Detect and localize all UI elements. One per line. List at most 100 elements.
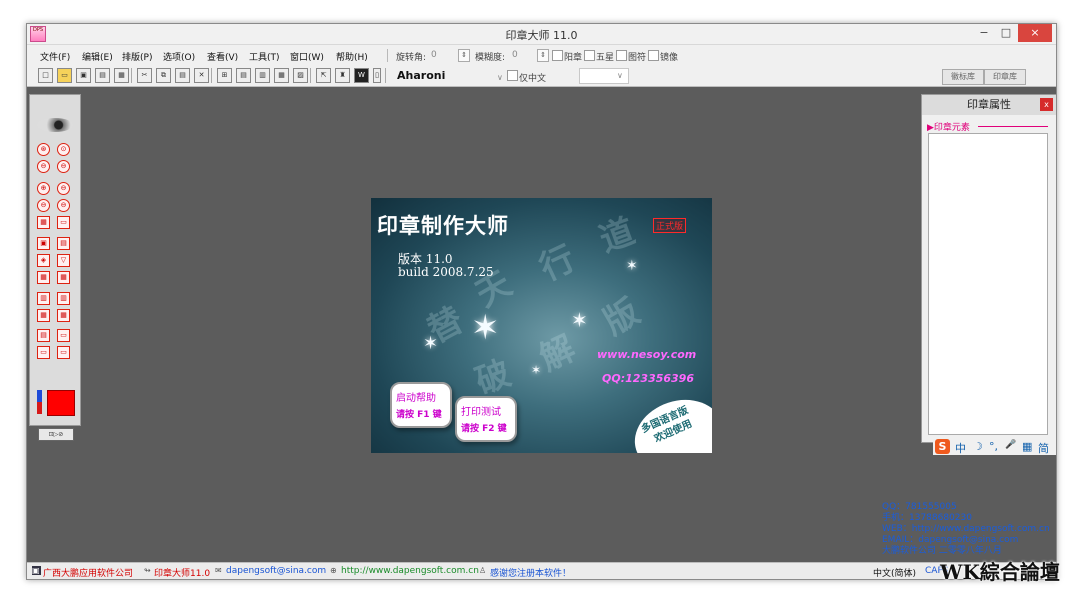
tab-logo-library[interactable]: 徽标库	[942, 69, 984, 85]
new-icon[interactable]: □	[38, 68, 53, 83]
palette-button[interactable]: ▦	[37, 216, 50, 229]
export-icon[interactable]: ⇱	[316, 68, 331, 83]
palette-button[interactable]: ▭	[57, 329, 70, 342]
align-right-icon[interactable]: ▥	[255, 68, 270, 83]
splash-ghost-char: 破	[470, 353, 517, 403]
image-icon[interactable]: ▨	[293, 68, 308, 83]
menu-help[interactable]: 帮助(H)	[336, 50, 368, 63]
cut-icon[interactable]: ✂	[137, 68, 152, 83]
menu-edit[interactable]: 编辑(E)	[82, 50, 113, 63]
rotation-input[interactable]: 0	[431, 50, 437, 60]
palette-button[interactable]: ▽	[57, 254, 70, 267]
contact-qq: QQ：781555005	[882, 502, 957, 512]
palette-button[interactable]: ▥	[37, 292, 50, 305]
menu-view[interactable]: 查看(V)	[207, 50, 238, 63]
ime-microphone-icon[interactable]: 🎤	[1005, 440, 1016, 450]
palette-button[interactable]: ⊙	[57, 143, 70, 156]
ime-moon-icon[interactable]: ☽	[973, 440, 983, 453]
color-swap-icon[interactable]	[37, 390, 42, 414]
mirror-label: 镜像	[660, 53, 679, 63]
palette-button[interactable]: ▦	[57, 271, 70, 284]
ime-punctuation-icon[interactable]: °,	[989, 440, 998, 453]
palette-button[interactable]: ⊖	[57, 199, 70, 212]
yangzhang-checkbox[interactable]	[552, 50, 563, 61]
palette-button[interactable]: ◈	[37, 254, 50, 267]
only-chinese-checkbox[interactable]	[507, 70, 518, 81]
font-dropdown-icon[interactable]: ∨	[497, 73, 503, 82]
word-icon[interactable]: W	[354, 68, 369, 83]
sogou-logo-icon[interactable]: S	[935, 439, 950, 454]
palette-button[interactable]: ▭	[37, 346, 50, 359]
size-select[interactable]: ∨	[579, 68, 629, 84]
palette-button[interactable]: ▦	[57, 309, 70, 322]
palette-button[interactable]: ⊖	[37, 199, 50, 212]
grid-icon[interactable]: ▦	[274, 68, 289, 83]
copy-icon[interactable]: ⧉	[156, 68, 171, 83]
blur-spinner[interactable]: ⇕	[537, 49, 549, 62]
palette-button[interactable]: ⊛	[37, 143, 50, 156]
maximize-button[interactable]: □	[996, 24, 1016, 42]
symbol-checkbox[interactable]	[616, 50, 627, 61]
open-icon[interactable]: ▭	[57, 68, 72, 83]
help-f1-button[interactable]: 启动帮助 请按 F1 键	[390, 382, 452, 428]
mail-icon: ✉	[215, 566, 222, 575]
eye-icon[interactable]	[37, 118, 73, 132]
color-swatch[interactable]	[47, 390, 75, 416]
splash-title: 印章制作大师	[377, 214, 509, 238]
computer-icon: ▣	[32, 566, 41, 575]
menu-options[interactable]: 选项(O)	[163, 50, 195, 63]
palette-button[interactable]: ▤	[37, 329, 50, 342]
paste-icon[interactable]: ▤	[175, 68, 190, 83]
panel-close-button[interactable]: x	[1040, 98, 1053, 111]
print-test-f2-button[interactable]: 打印测试 请按 F2 键	[455, 396, 517, 442]
splash-ghost-char: 行	[533, 238, 582, 289]
ime-simplified-toggle[interactable]: 简	[1038, 440, 1049, 456]
delete-icon[interactable]: ✕	[194, 68, 209, 83]
toolbar: □ ▭ ▣ ▤ ▦ ✂ ⧉ ▤ ✕ ⊞ ▤ ▥ ▦ ▨ ⇱ ♜ W ▯ Ahar…	[27, 65, 1056, 87]
globe-icon: ⊕	[330, 566, 337, 575]
font-select[interactable]: Aharoni	[397, 69, 445, 82]
align-left-icon[interactable]: ▤	[236, 68, 251, 83]
rotation-spinner[interactable]: ⇕	[458, 49, 470, 62]
mirror-checkbox[interactable]	[648, 50, 659, 61]
print-preview-icon[interactable]: ▤	[95, 68, 110, 83]
status-website-link[interactable]: http://www.dapengsoft.com.cn	[341, 566, 479, 576]
status-email-link[interactable]: dapengsoft@sina.com	[226, 566, 326, 576]
palette-button[interactable]: ▭	[57, 216, 70, 229]
link-icon: ↬	[144, 566, 151, 575]
print-icon[interactable]: ▦	[114, 68, 129, 83]
palette-button[interactable]: ⊖	[57, 160, 70, 173]
save-icon[interactable]: ▣	[76, 68, 91, 83]
ime-mode-chinese[interactable]: 中	[955, 440, 966, 456]
five-star-checkbox[interactable]	[584, 50, 595, 61]
menu-window[interactable]: 窗口(W)	[290, 50, 324, 63]
tab-stamp-library[interactable]: 印章库	[984, 69, 1026, 85]
rotation-label: 旋转角:	[396, 53, 427, 63]
status-bar: ▣ 广西大鹏应用软件公司 ↬ 印章大师11.0 ✉ dapengsoft@sin…	[27, 562, 1056, 579]
palette-button[interactable]: ⊖	[37, 160, 50, 173]
title-bar: DPS 印章大师 11.0 − □ ×	[27, 24, 1056, 45]
close-button[interactable]: ×	[1018, 24, 1052, 42]
palette-button[interactable]: ▥	[57, 292, 70, 305]
palette-button[interactable]: ▦	[37, 271, 50, 284]
palette-button[interactable]: ⊕	[37, 182, 50, 195]
menu-file[interactable]: 文件(F)	[40, 50, 70, 63]
stamp-elements-list[interactable]	[928, 133, 1048, 435]
palette-button[interactable]: ▦	[37, 309, 50, 322]
star-icon: ✶	[626, 258, 638, 274]
ime-keyboard-icon[interactable]: ▦	[1022, 440, 1032, 453]
palette-button[interactable]: ▣	[37, 237, 50, 250]
menu-layout[interactable]: 排版(P)	[122, 50, 152, 63]
stamp-elements-section[interactable]: ▶印章元素	[927, 120, 970, 133]
blur-input[interactable]: 0	[512, 50, 518, 60]
palette-button[interactable]: ▤	[57, 237, 70, 250]
palette-button[interactable]: ▭	[57, 346, 70, 359]
palette-button[interactable]: ⊖	[57, 182, 70, 195]
minimize-button[interactable]: −	[974, 24, 994, 42]
stamp-icon[interactable]: ♜	[335, 68, 350, 83]
help-button-label: 启动帮助	[396, 393, 436, 404]
more-icon[interactable]: ▯	[373, 68, 381, 83]
menu-tools[interactable]: 工具(T)	[249, 50, 280, 63]
align-icon[interactable]: ⊞	[217, 68, 232, 83]
palette-footer-icon[interactable]: ⊡▷⊘	[38, 428, 74, 441]
